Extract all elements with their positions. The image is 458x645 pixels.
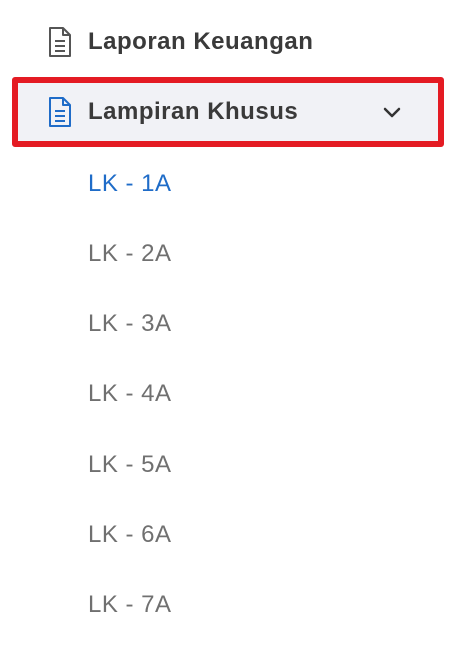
menu-item-label: Laporan Keuangan xyxy=(88,28,314,55)
submenu-item-lk-7a[interactable]: LK - 7A xyxy=(88,591,172,619)
submenu-item-lk-1a[interactable]: LK - 1A xyxy=(88,170,172,198)
submenu-item-lk-2a[interactable]: LK - 2A xyxy=(88,240,172,268)
submenu-item-lk-6a[interactable]: LK - 6A xyxy=(88,521,172,549)
submenu-item-lk-5a[interactable]: LK - 5A xyxy=(88,451,172,479)
menu-item-label: Lampiran Khusus xyxy=(88,98,299,125)
document-icon xyxy=(44,94,76,130)
menu-item-lampiran-khusus[interactable]: Lampiran Khusus xyxy=(0,77,458,147)
submenu-item-lk-3a[interactable]: LK - 3A xyxy=(88,310,172,338)
menu-item-laporan-keuangan[interactable]: Laporan Keuangan xyxy=(0,7,458,77)
submenu-item-lk-4a[interactable]: LK - 4A xyxy=(88,380,172,408)
chevron-down-icon[interactable] xyxy=(380,101,404,125)
document-icon xyxy=(44,24,76,60)
sidebar-menu: Laporan Keuangan Lampiran Khusus LK - 1A… xyxy=(0,0,458,645)
